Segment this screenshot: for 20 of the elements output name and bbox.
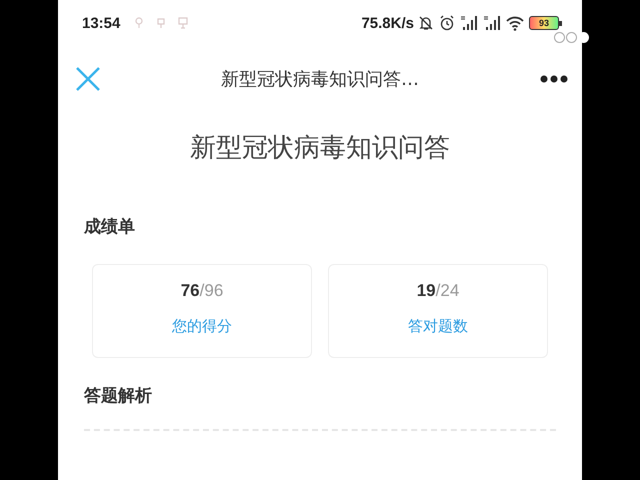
bell-muted-icon xyxy=(418,15,434,31)
network-speed: 75.8K/s xyxy=(361,14,414,32)
score-value: 76/96 xyxy=(180,281,224,301)
status-time: 13:54 xyxy=(82,14,120,32)
quiz-heading: 新型冠状病毒知识问答 xyxy=(189,132,451,165)
notification-icon xyxy=(178,17,188,29)
page-title: 新型冠状病毒知识问答… xyxy=(220,68,420,91)
notification-icon xyxy=(134,17,144,29)
score-label: 您的得分 xyxy=(172,317,232,336)
score-label: 答对题数 xyxy=(408,317,468,336)
score-value: 19/24 xyxy=(416,281,460,301)
signal-icon xyxy=(460,15,478,31)
wifi-icon xyxy=(506,16,524,30)
signal-icon xyxy=(483,15,501,31)
section-title: 答题解析 xyxy=(84,385,153,407)
battery-icon: 93 xyxy=(529,16,562,30)
alarm-icon xyxy=(439,15,455,31)
more-icon[interactable] xyxy=(540,75,568,83)
notification-icon xyxy=(156,17,166,29)
section-title: 成绩单 xyxy=(84,216,136,238)
